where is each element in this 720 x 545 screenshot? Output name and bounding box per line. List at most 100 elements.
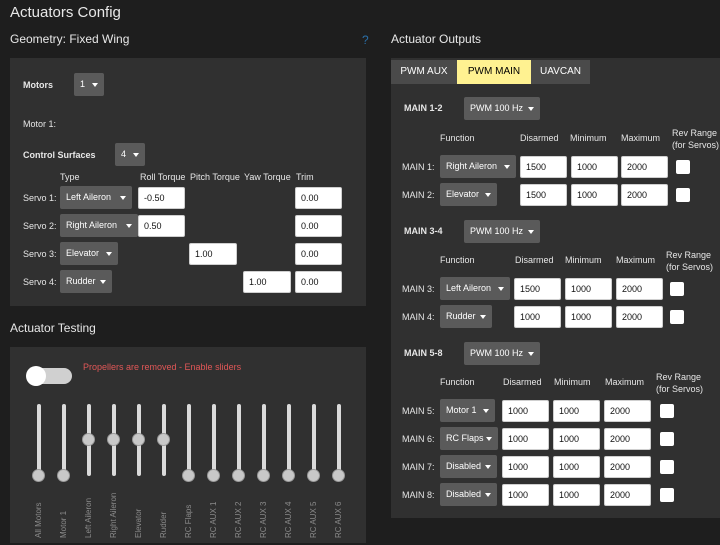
slider-track[interactable] (37, 404, 41, 476)
slider-track[interactable] (262, 404, 266, 476)
slider-track[interactable] (212, 404, 216, 476)
slider-handle[interactable] (282, 469, 295, 482)
outputs-heading: Actuator Outputs (391, 32, 482, 46)
slider-label: RC AUX 6 (334, 501, 343, 538)
minimum-input[interactable] (553, 456, 600, 478)
slider-handle[interactable] (182, 469, 195, 482)
disarmed-input[interactable] (502, 400, 549, 422)
disarmed-input[interactable] (502, 428, 549, 450)
rev-range-checkbox[interactable] (676, 188, 690, 202)
slider-handle[interactable] (257, 469, 270, 482)
function-dropdown[interactable]: Rudder (440, 305, 492, 328)
servo-type-dropdown[interactable]: Left Aileron (60, 186, 132, 209)
slider-handle[interactable] (207, 469, 220, 482)
minimum-input[interactable] (553, 484, 600, 506)
slider-handle[interactable] (307, 469, 320, 482)
rev-range-checkbox[interactable] (660, 460, 674, 474)
col-rev-range-sub: (for Servos) (666, 262, 714, 272)
minimum-input[interactable] (565, 278, 612, 300)
maximum-input[interactable] (621, 156, 668, 178)
rev-range-checkbox[interactable] (670, 310, 684, 324)
trim-input[interactable] (295, 187, 342, 209)
minimum-input[interactable] (565, 306, 612, 328)
slider-handle[interactable] (82, 433, 95, 446)
maximum-input[interactable] (604, 456, 651, 478)
function-value: Disabled (446, 489, 482, 499)
function-value: Motor 1 (446, 405, 477, 415)
trim-input[interactable] (295, 243, 342, 265)
slider-handle[interactable] (332, 469, 345, 482)
tab-pwm-aux[interactable]: PWM AUX (391, 60, 457, 84)
slider-track[interactable] (287, 404, 291, 476)
function-dropdown[interactable]: Motor 1 (440, 399, 495, 422)
slider-track[interactable] (187, 404, 191, 476)
pwm-rate-dropdown[interactable]: PWM 100 Hz (464, 97, 540, 120)
pitch-torque-input[interactable] (189, 243, 237, 265)
slider-handle[interactable] (232, 469, 245, 482)
minimum-input[interactable] (571, 156, 618, 178)
function-dropdown[interactable]: Elevator (440, 183, 497, 206)
rev-range-checkbox[interactable] (660, 404, 674, 418)
servo-label: Servo 3: (23, 249, 57, 259)
function-dropdown[interactable]: Disabled (440, 455, 497, 478)
rev-range-checkbox[interactable] (676, 160, 690, 174)
slider-handle[interactable] (57, 469, 70, 482)
rev-range-checkbox[interactable] (660, 488, 674, 502)
slider-track[interactable] (62, 404, 66, 476)
slider-handle[interactable] (32, 469, 45, 482)
main-output-label: MAIN 6: (402, 434, 435, 444)
rev-range-checkbox[interactable] (660, 432, 674, 446)
maximum-input[interactable] (621, 184, 668, 206)
slider-track[interactable] (337, 404, 341, 476)
slider-track[interactable] (237, 404, 241, 476)
trim-input[interactable] (295, 271, 342, 293)
help-icon[interactable]: ? (362, 33, 369, 47)
minimum-input[interactable] (553, 428, 600, 450)
roll-torque-input[interactable] (138, 187, 185, 209)
slider-label: Left Aileron (84, 497, 93, 538)
enable-sliders-toggle[interactable] (26, 366, 72, 386)
function-dropdown[interactable]: Left Aileron (440, 277, 510, 300)
trim-input[interactable] (295, 215, 342, 237)
slider-track[interactable] (312, 404, 316, 476)
roll-torque-input[interactable] (138, 215, 185, 237)
tab-pwm-main[interactable]: PWM MAIN (457, 60, 531, 84)
disarmed-input[interactable] (520, 184, 567, 206)
slider-label: RC AUX 2 (234, 501, 243, 538)
minimum-input[interactable] (571, 184, 618, 206)
maximum-input[interactable] (604, 400, 651, 422)
slider-handle[interactable] (157, 433, 170, 446)
minimum-input[interactable] (553, 400, 600, 422)
col-minimum: Minimum (570, 133, 607, 143)
disarmed-input[interactable] (514, 278, 561, 300)
maximum-input[interactable] (604, 428, 651, 450)
disarmed-input[interactable] (502, 456, 549, 478)
function-dropdown[interactable]: Disabled (440, 483, 497, 506)
main-output-label: MAIN 8: (402, 490, 435, 500)
col-maximum: Maximum (621, 133, 661, 143)
slider-handle[interactable] (132, 433, 145, 446)
pwm-rate-dropdown[interactable]: PWM 100 Hz (464, 220, 540, 243)
servo-type-dropdown[interactable]: Elevator (60, 242, 118, 265)
function-value: RC Flaps (446, 433, 484, 443)
maximum-input[interactable] (616, 278, 663, 300)
servo-type-dropdown[interactable]: Right Aileron (60, 214, 138, 237)
slider-label: RC AUX 5 (309, 501, 318, 538)
maximum-input[interactable] (604, 484, 651, 506)
rev-range-checkbox[interactable] (670, 282, 684, 296)
disarmed-input[interactable] (514, 306, 561, 328)
chevron-down-icon (106, 252, 112, 256)
motors-count-dropdown[interactable]: 1 (74, 73, 104, 96)
function-dropdown[interactable]: Right Aileron (440, 155, 516, 178)
yaw-torque-input[interactable] (243, 271, 291, 293)
function-dropdown[interactable]: RC Flaps (440, 427, 498, 450)
servo-type-dropdown[interactable]: Rudder (60, 270, 112, 293)
tab-uavcan[interactable]: UAVCAN (531, 60, 590, 84)
geometry-heading: Geometry: Fixed Wing (10, 32, 130, 46)
control-surfaces-count-dropdown[interactable]: 4 (115, 143, 145, 166)
maximum-input[interactable] (616, 306, 663, 328)
pwm-rate-dropdown[interactable]: PWM 100 Hz (464, 342, 540, 365)
disarmed-input[interactable] (520, 156, 567, 178)
disarmed-input[interactable] (502, 484, 549, 506)
slider-handle[interactable] (107, 433, 120, 446)
